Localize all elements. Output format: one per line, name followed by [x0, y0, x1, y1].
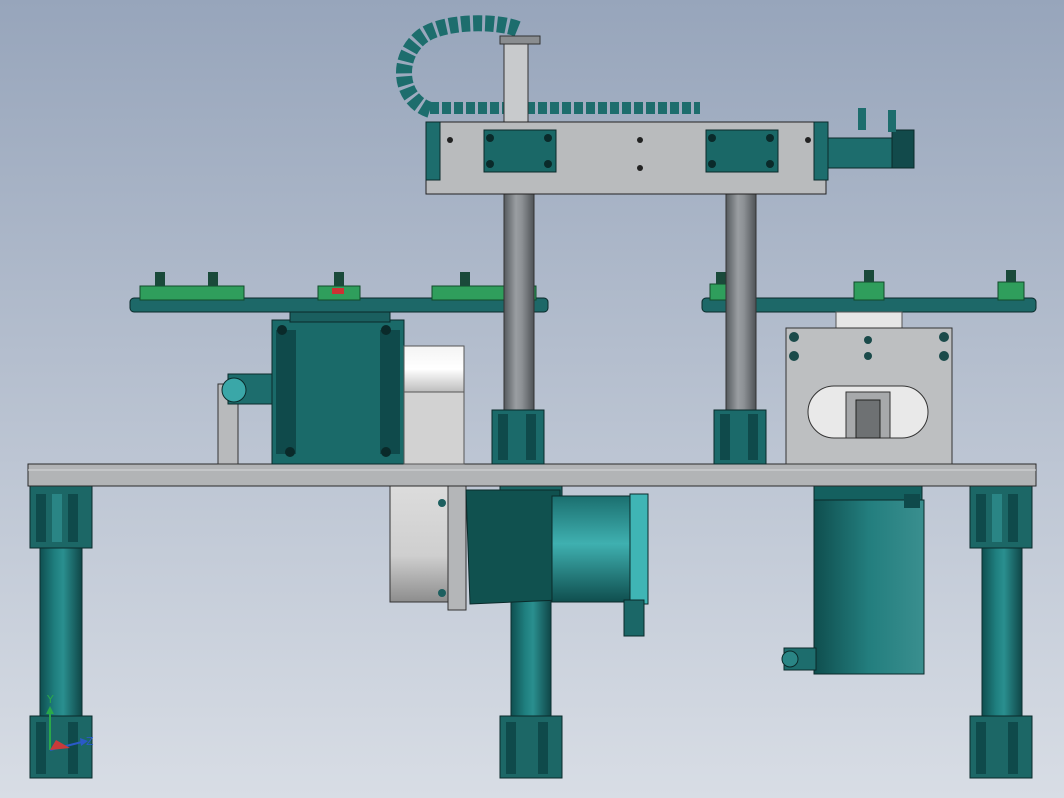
right-motor-mount-bracket[interactable]	[785, 311, 953, 465]
triad-z-label: Z	[86, 735, 94, 748]
gearbox-under-table[interactable]	[389, 485, 561, 611]
triad-y-label: Y	[46, 693, 54, 706]
cad-viewport[interactable]: Y Z	[0, 0, 1064, 798]
table-top-plate[interactable]	[27, 463, 1037, 487]
cad-scene[interactable]: Y Z	[0, 0, 1064, 798]
gantry-beam[interactable]	[425, 121, 829, 195]
